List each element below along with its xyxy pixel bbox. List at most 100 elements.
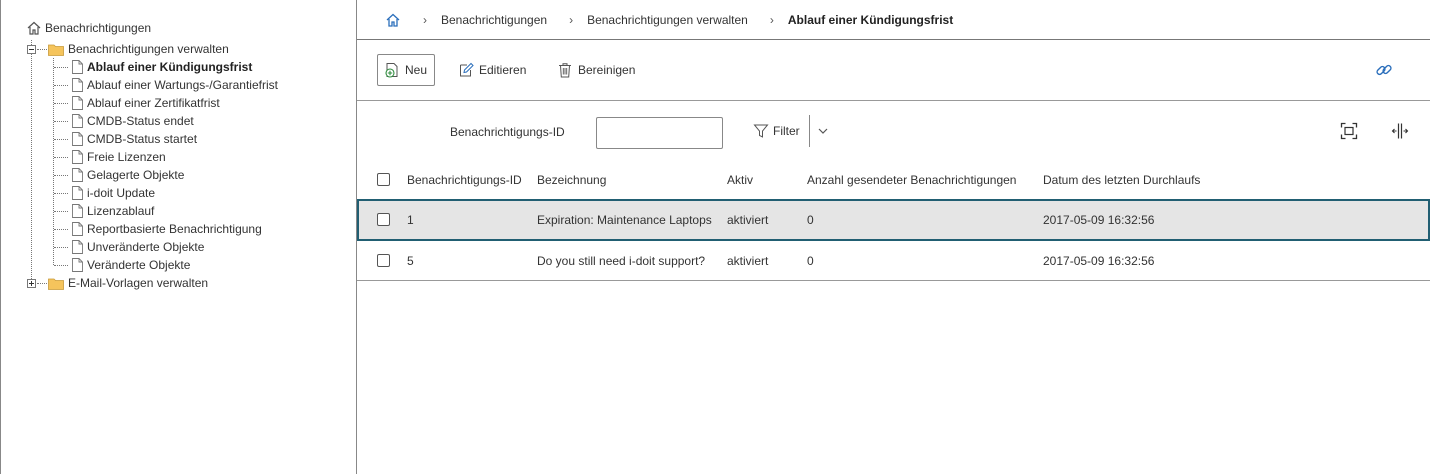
tree-group-notifications[interactable]: Benachrichtigungen verwalten	[48, 40, 229, 58]
filter-button-label: Filter	[773, 124, 800, 138]
tree-item[interactable]: Ablauf einer Kündigungsfrist	[72, 58, 252, 76]
tree-connector	[54, 175, 68, 176]
edit-icon	[460, 62, 474, 77]
navigation-tree: Benachrichtigungen Benachrichtigungen ve…	[0, 0, 357, 474]
collapse-toggle[interactable]	[27, 45, 36, 54]
tree-item[interactable]: CMDB-Status startet	[72, 130, 197, 148]
tree-group-label: E-Mail-Vorlagen verwalten	[68, 276, 209, 290]
tree-item-label: Veränderte Objekte	[87, 258, 191, 272]
tree-item[interactable]: Gelagerte Objekte	[72, 166, 184, 184]
tree-connector	[54, 85, 68, 86]
filter-bar: Benachrichtigungs-ID Filter	[357, 101, 1430, 165]
clean-button[interactable]: Bereinigen	[551, 54, 641, 86]
cell-last-run: 2017-05-09 16:32:56	[1043, 253, 1155, 268]
tree-item-label: Unveränderte Objekte	[87, 240, 205, 254]
home-icon	[27, 21, 41, 35]
tree-connector	[37, 283, 47, 284]
cell-count: 0	[807, 253, 814, 268]
breadcrumb-item[interactable]: Benachrichtigungen verwalten	[587, 13, 748, 27]
edit-button[interactable]: Editieren	[452, 54, 532, 86]
tree-item[interactable]: Ablauf einer Wartungs-/Garantiefrist	[72, 76, 278, 94]
tree-item-label: CMDB-Status startet	[87, 132, 198, 146]
link-icon	[1376, 64, 1392, 76]
tree-item[interactable]: Ablauf einer Zertifikatfrist	[72, 94, 220, 112]
tree-item[interactable]: Lizenzablauf	[72, 202, 154, 220]
clean-button-label: Bereinigen	[578, 63, 636, 77]
column-resize-icon[interactable]	[1391, 122, 1409, 140]
tree-connector	[54, 139, 68, 140]
cell-active: aktiviert	[727, 213, 769, 227]
notifications-table: Benachrichtigungs-ID Bezeichnung Aktiv A…	[357, 161, 1430, 281]
tree-item-label: Reportbasierte Benachrichtigung	[87, 222, 262, 236]
cell-id: 1	[407, 213, 414, 227]
column-header-id[interactable]: Benachrichtigungs-ID	[407, 161, 522, 199]
expand-toggle[interactable]	[27, 279, 36, 288]
table-row[interactable]: 5 Do you still need i-doit support? akti…	[357, 241, 1430, 281]
document-icon	[72, 114, 83, 128]
tree-item-label: Freie Lizenzen	[87, 150, 166, 164]
breadcrumb-current: Ablauf einer Kündigungsfrist	[787, 12, 954, 27]
funnel-icon	[753, 124, 769, 138]
tree-connector	[54, 211, 68, 212]
column-header-last-run[interactable]: Datum des letzten Durchlaufs	[1043, 161, 1200, 199]
tree-item-label: CMDB-Status endet	[87, 114, 194, 128]
filter-field-label: Benachrichtigungs-ID	[450, 125, 565, 139]
tree-group-label: Benachrichtigungen verwalten	[68, 42, 229, 56]
select-all-checkbox[interactable]	[377, 173, 390, 186]
filter-button[interactable]: Filter	[753, 115, 800, 147]
tree-connector	[37, 49, 47, 50]
link-button[interactable]	[1369, 54, 1404, 86]
tree-item-label: Gelagerte Objekte	[87, 168, 185, 182]
row-checkbox[interactable]	[377, 213, 390, 226]
tree-root[interactable]: Benachrichtigungen	[26, 19, 151, 37]
tree-item[interactable]: Freie Lizenzen	[72, 148, 166, 166]
tree-connector	[54, 121, 68, 122]
tree-group-email-templates[interactable]: E-Mail-Vorlagen verwalten	[48, 274, 208, 292]
column-header-active[interactable]: Aktiv	[727, 161, 753, 199]
tree-connector	[54, 193, 68, 194]
cell-id: 5	[407, 253, 414, 268]
table-row[interactable]: 1 Expiration: Maintenance Laptops aktivi…	[357, 199, 1430, 241]
cell-count: 0	[807, 213, 814, 227]
breadcrumb-item[interactable]: Benachrichtigungen	[441, 13, 547, 27]
tree-item[interactable]: CMDB-Status endet	[72, 112, 194, 130]
document-icon	[72, 186, 83, 200]
cell-name: Do you still need i-doit support?	[537, 253, 706, 268]
home-icon[interactable]	[385, 12, 401, 28]
cell-active: aktiviert	[727, 253, 769, 268]
row-checkbox[interactable]	[377, 253, 390, 267]
tree-item[interactable]: Unveränderte Objekte	[72, 238, 204, 256]
document-icon	[72, 204, 83, 218]
tree-connector	[53, 58, 54, 265]
tree-item[interactable]: i-doit Update	[72, 184, 155, 202]
tree-connector	[54, 247, 68, 248]
chevron-down-icon[interactable]	[817, 125, 829, 137]
new-button-label: Neu	[405, 63, 428, 77]
tree-connector	[54, 157, 68, 158]
breadcrumb: › Benachrichtigungen › Benachrichtigunge…	[357, 0, 1430, 40]
document-icon	[72, 240, 83, 254]
tree-connector	[54, 103, 68, 104]
tree-item-label: Ablauf einer Kündigungsfrist	[87, 60, 253, 74]
column-header-count[interactable]: Anzahl gesendeter Benachrichtigungen	[807, 161, 1016, 199]
tree-item[interactable]: Veränderte Objekte	[72, 256, 190, 274]
toolbar: Neu Editieren Bereinigen	[357, 40, 1430, 101]
document-icon	[72, 78, 83, 92]
tree-item-label: Lizenzablauf	[87, 204, 155, 218]
fit-screen-icon[interactable]	[1340, 122, 1358, 140]
column-header-name[interactable]: Bezeichnung	[537, 161, 606, 199]
folder-icon	[48, 278, 64, 290]
add-document-icon	[385, 63, 398, 78]
document-icon	[72, 150, 83, 164]
tree-item[interactable]: Reportbasierte Benachrichtigung	[72, 220, 262, 238]
folder-icon	[48, 44, 64, 56]
tree-root-label: Benachrichtigungen	[45, 21, 152, 35]
filter-id-input[interactable]	[596, 117, 723, 149]
new-button[interactable]: Neu	[377, 54, 435, 86]
tree-connector	[54, 265, 68, 266]
trash-icon	[559, 63, 571, 78]
cell-last-run: 2017-05-09 16:32:56	[1043, 213, 1155, 227]
tree-item-label: Ablauf einer Wartungs-/Garantiefrist	[87, 78, 278, 92]
tree-item-label: i-doit Update	[87, 186, 156, 200]
chevron-right-icon: ›	[569, 12, 574, 27]
